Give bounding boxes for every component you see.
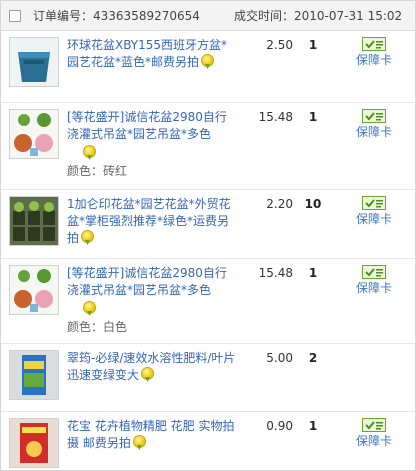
trade-time-label: 成交时间： — [234, 9, 295, 23]
product-price: 15.48 — [258, 266, 293, 280]
product-thumbnail[interactable] — [9, 109, 59, 159]
list-item: 环球花盆XBY155西班牙方盆*园艺花盆*蓝色*邮费另拍 2.50 1 保障卡 — [1, 31, 415, 103]
product-price: 0.90 — [266, 419, 293, 433]
guarantee-card-label: 保障卡 — [355, 212, 392, 226]
product-price: 15.48 — [258, 110, 293, 124]
product-price: 2.50 — [266, 38, 293, 52]
guarantee-card[interactable]: 保障卡 — [351, 109, 397, 140]
guarantee-card[interactable]: 保障卡 — [351, 418, 397, 449]
list-item: [等花盛开]诚信花盆2980自行浇灌式吊盆*园艺吊盆*多色 颜色：砖红 15.4… — [1, 103, 415, 190]
yellow-medal-icon — [141, 367, 155, 380]
product-title: [等花盛开]诚信花盆2980自行浇灌式吊盆*园艺吊盆*多色 — [67, 110, 227, 141]
list-item: 花宝 花卉植物精肥 花肥 实物拍摄 邮费另拍 0.90 1 保障卡 — [1, 412, 415, 470]
yellow-medal-icon — [81, 230, 95, 243]
product-thumbnail[interactable] — [9, 350, 59, 400]
order-number-label: 订单编号： — [33, 9, 94, 23]
order-header: 订单编号： 43363589270654 成交时间：2010-07-31 15:… — [1, 1, 415, 31]
guarantee-card-label: 保障卡 — [355, 434, 392, 448]
yellow-medal-icon — [83, 301, 96, 314]
product-price: 5.00 — [266, 351, 293, 365]
product-title-link[interactable]: 环球花盆XBY155西班牙方盆*园艺花盆*蓝色*邮费另拍 — [67, 37, 237, 71]
attribute-label: 颜色： — [67, 320, 104, 334]
product-quantity: 1 — [308, 38, 318, 52]
product-thumbnail[interactable] — [9, 265, 59, 315]
product-thumbnail[interactable] — [9, 196, 59, 246]
guarantee-card[interactable]: 保障卡 — [351, 265, 397, 296]
guarantee-card-icon — [362, 196, 386, 210]
product-title-link[interactable]: 花宝 花卉植物精肥 花肥 实物拍摄 邮费另拍 — [67, 418, 237, 452]
product-title: 花宝 花卉植物精肥 花肥 实物拍摄 邮费另拍 — [67, 419, 235, 450]
guarantee-card-icon — [362, 265, 386, 279]
item-list: 环球花盆XBY155西班牙方盆*园艺花盆*蓝色*邮费另拍 2.50 1 保障卡 — [1, 31, 415, 470]
product-title-link[interactable]: 1加仑印花盆*园艺花盆*外贸花盆*掌柜强烈推荐*绿色*运费另拍 — [67, 196, 237, 247]
product-price: 2.20 — [266, 197, 293, 211]
attribute-value: 砖红 — [103, 164, 128, 178]
order-panel: 订单编号： 43363589270654 成交时间：2010-07-31 15:… — [0, 0, 416, 471]
trade-time-value: 2010-07-31 15:02 — [294, 9, 403, 23]
product-quantity: 1 — [308, 419, 318, 433]
product-quantity: 1 — [308, 266, 318, 280]
list-item: 1加仑印花盆*园艺花盆*外贸花盆*掌柜强烈推荐*绿色*运费另拍 2.20 10 … — [1, 190, 415, 259]
product-quantity: 2 — [308, 351, 318, 365]
product-title-link[interactable]: 翠筠-必绿/速效水溶性肥料/叶片迅速变绿变大 — [67, 350, 237, 384]
guarantee-card-icon — [362, 37, 386, 51]
product-title-link[interactable]: [等花盛开]诚信花盆2980自行浇灌式吊盆*园艺吊盆*多色 — [67, 109, 237, 143]
guarantee-card-icon — [362, 109, 386, 123]
yellow-medal-icon — [201, 54, 215, 67]
product-quantity: 1 — [308, 110, 318, 124]
list-item: [等花盛开]诚信花盆2980自行浇灌式吊盆*园艺吊盆*多色 颜色：白色 15.4… — [1, 259, 415, 344]
attribute-value: 白色 — [103, 320, 128, 334]
product-title: [等花盛开]诚信花盆2980自行浇灌式吊盆*园艺吊盆*多色 — [67, 266, 227, 297]
guarantee-card-label: 保障卡 — [355, 125, 392, 139]
guarantee-card-icon — [362, 418, 386, 432]
product-quantity: 10 — [304, 197, 322, 211]
product-thumbnail[interactable] — [9, 37, 59, 87]
yellow-medal-icon — [132, 435, 146, 448]
order-number: 43363589270654 — [93, 8, 200, 23]
product-attribute: 颜色：砖红 — [67, 162, 127, 179]
attribute-label: 颜色： — [67, 164, 104, 178]
guarantee-card-label: 保障卡 — [355, 53, 392, 67]
guarantee-card[interactable]: 保障卡 — [351, 196, 397, 227]
product-attribute: 颜色：白色 — [67, 318, 127, 335]
yellow-medal-icon — [83, 145, 96, 158]
guarantee-card[interactable]: 保障卡 — [351, 37, 397, 68]
trade-time: 成交时间：2010-07-31 15:02 — [234, 7, 402, 24]
list-item: 翠筠-必绿/速效水溶性肥料/叶片迅速变绿变大 5.00 2 — [1, 344, 415, 412]
order-select-checkbox[interactable] — [9, 9, 21, 22]
guarantee-card-label: 保障卡 — [355, 281, 392, 295]
product-thumbnail[interactable] — [9, 418, 59, 468]
product-title-link[interactable]: [等花盛开]诚信花盆2980自行浇灌式吊盆*园艺吊盆*多色 — [67, 265, 237, 299]
